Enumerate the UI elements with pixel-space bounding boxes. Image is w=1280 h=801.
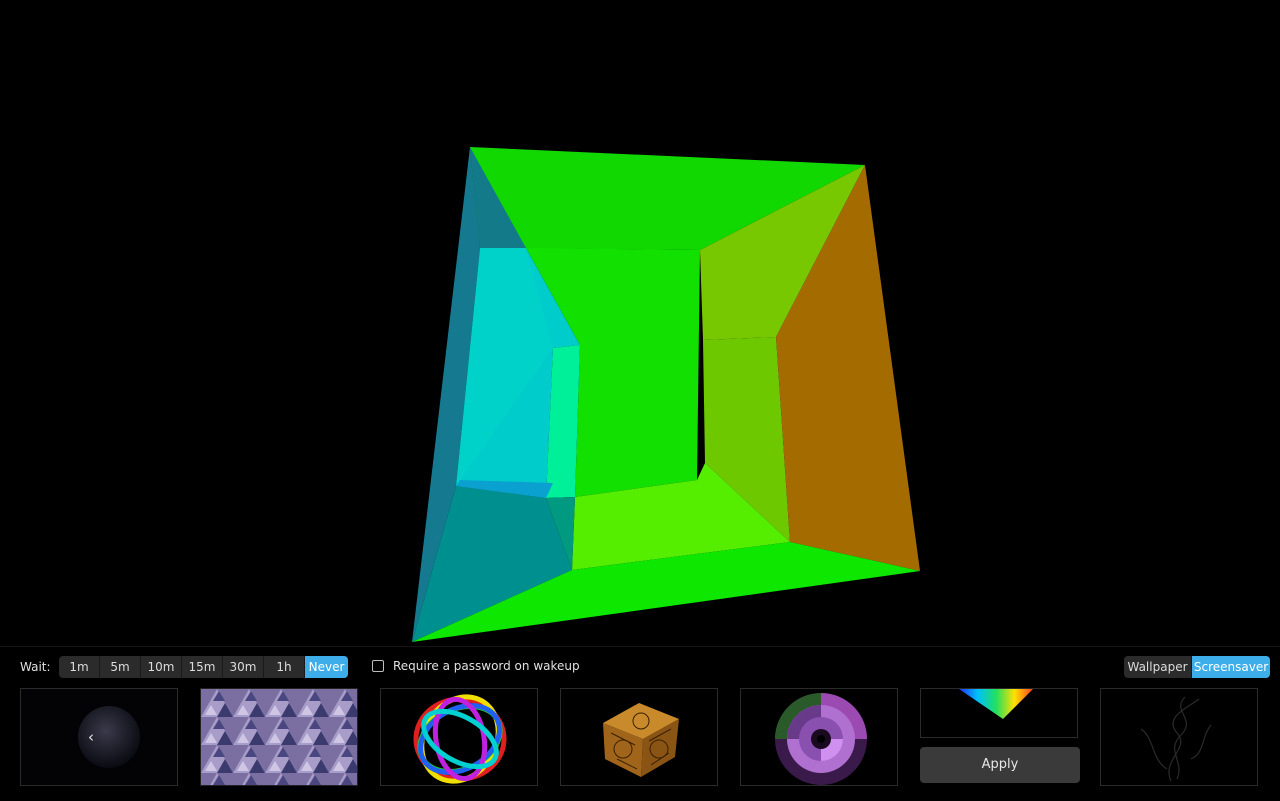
wait-15m-button[interactable]: 15m (182, 656, 223, 678)
mode-switch: Wallpaper Screensaver (1124, 656, 1270, 678)
rainbow-prism-image (921, 689, 1077, 737)
wait-never-button[interactable]: Never (305, 656, 348, 678)
wait-label: Wait: (20, 660, 51, 674)
wait-1m-button[interactable]: 1m (59, 656, 100, 678)
smoke-wisp-image (1101, 689, 1257, 785)
thumbnail-puzzle-cube[interactable] (560, 688, 718, 786)
previous-arrow-icon[interactable]: ‹ (84, 729, 98, 745)
screensaver-preview (0, 0, 1280, 646)
hypercube-render (412, 147, 920, 642)
apply-button[interactable]: Apply (920, 747, 1080, 783)
thumbnail-triangle-pattern[interactable] (200, 688, 358, 786)
puzzle-cube-image (561, 689, 717, 785)
wait-10m-button[interactable]: 10m (141, 656, 182, 678)
thumbnail-rainbow-prism[interactable] (920, 688, 1078, 738)
thumbnail-dark-planet[interactable] (20, 688, 178, 786)
thumbnail-rainbow-torus[interactable] (380, 688, 538, 786)
password-option[interactable]: Require a password on wakeup (372, 659, 580, 673)
thumbnail-smoke-wisp[interactable] (1100, 688, 1258, 786)
password-label: Require a password on wakeup (393, 659, 580, 673)
wait-30m-button[interactable]: 30m (223, 656, 264, 678)
purple-rings-image (741, 689, 897, 785)
thumbnail-purple-rings[interactable] (740, 688, 898, 786)
wallpaper-button[interactable]: Wallpaper (1124, 656, 1192, 678)
wait-options: 1m 5m 10m 15m 30m 1h Never (59, 656, 348, 678)
screensaver-settings-panel: Wait: 1m 5m 10m 15m 30m 1h Never Require… (0, 646, 1280, 801)
triangle-pattern-image (201, 689, 357, 785)
screensaver-button[interactable]: Screensaver (1192, 656, 1270, 678)
wait-5m-button[interactable]: 5m (100, 656, 141, 678)
rainbow-torus-image (381, 689, 537, 785)
password-checkbox[interactable] (372, 660, 384, 672)
wait-1h-button[interactable]: 1h (264, 656, 305, 678)
dark-planet-image (21, 689, 177, 785)
